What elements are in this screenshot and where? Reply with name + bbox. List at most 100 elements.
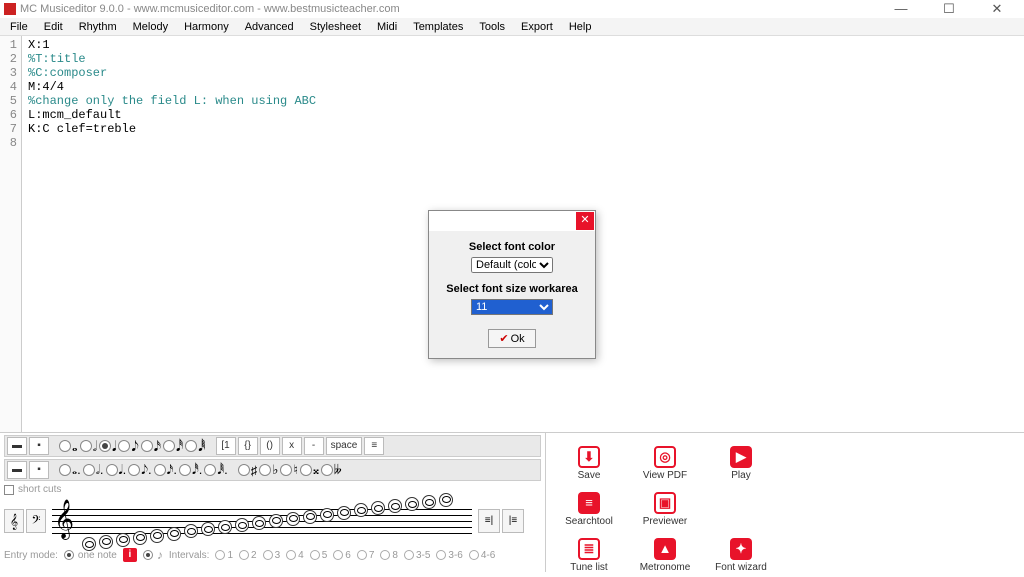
dotted-radio-0[interactable] — [59, 464, 71, 476]
shortcuts-checkbox[interactable] — [4, 485, 14, 495]
duration-radio-0[interactable] — [59, 440, 71, 452]
note-pitch-2[interactable] — [116, 533, 130, 547]
dotted-radio-4[interactable] — [154, 464, 166, 476]
interval-radio-6[interactable] — [333, 550, 343, 560]
tool-1[interactable]: [1 — [216, 437, 236, 455]
note-pitch-17[interactable] — [371, 501, 385, 515]
note-pitch-14[interactable] — [320, 508, 334, 522]
accidental-𝄫[interactable] — [321, 464, 333, 476]
bass-clef-button[interactable]: 𝄢 — [26, 509, 46, 533]
interval-radio-1[interactable] — [215, 550, 225, 560]
action-searchtool[interactable]: ≡Searchtool — [552, 487, 626, 531]
duration-radio-6[interactable] — [185, 440, 197, 452]
action-play[interactable]: ▶Play — [704, 441, 778, 485]
action-metronome[interactable]: ▲Metronome — [628, 533, 702, 577]
accidental-♯[interactable] — [238, 464, 250, 476]
menu-export[interactable]: Export — [513, 21, 561, 33]
menu-templates[interactable]: Templates — [405, 21, 471, 33]
menu-help[interactable]: Help — [561, 21, 600, 33]
duration-radio-4[interactable] — [141, 440, 153, 452]
font-color-select[interactable]: Default (color) — [471, 257, 553, 273]
note-pitch-7[interactable] — [201, 522, 215, 536]
font-size-select[interactable]: 11 — [471, 299, 553, 315]
dotted-radio-2[interactable] — [106, 464, 118, 476]
menu-harmony[interactable]: Harmony — [176, 21, 237, 33]
note-pitch-11[interactable] — [269, 514, 283, 528]
code-line[interactable]: %change only the field L: when using ABC — [28, 94, 316, 108]
note-pitch-13[interactable] — [303, 510, 317, 524]
code-line[interactable] — [28, 136, 316, 150]
ok-button[interactable]: ✔Ok — [488, 329, 535, 348]
note-pitch-1[interactable] — [99, 535, 113, 549]
code-line[interactable]: %T:title — [28, 52, 316, 66]
interval-radio-3-6[interactable] — [436, 550, 446, 560]
tool-space[interactable]: space — [326, 437, 363, 455]
action-font-wizard[interactable]: ✦Font wizard — [704, 533, 778, 577]
rest-whole-button-2[interactable]: ▬ — [7, 461, 27, 479]
interval-radio-5[interactable] — [310, 550, 320, 560]
menu-tools[interactable]: Tools — [471, 21, 513, 33]
menu-stylesheet[interactable]: Stylesheet — [302, 21, 369, 33]
rest-whole-button[interactable]: ▬ — [7, 437, 27, 455]
action-previewer[interactable]: ▣Previewer — [628, 487, 702, 531]
interval-radio-7[interactable] — [357, 550, 367, 560]
dotted-radio-3[interactable] — [128, 464, 140, 476]
tool-[interactable]: () — [260, 437, 280, 455]
tool-x[interactable]: x — [282, 437, 302, 455]
accidental-♮[interactable] — [280, 464, 292, 476]
code-line[interactable]: M:4/4 — [28, 80, 316, 94]
note-pitch-18[interactable] — [388, 499, 402, 513]
close-button[interactable]: ✕ — [982, 1, 1012, 17]
interval-radio-8[interactable] — [380, 550, 390, 560]
treble-clef-button[interactable]: 𝄞 — [4, 509, 24, 533]
interval-radio-3-5[interactable] — [404, 550, 414, 560]
duration-radio-3[interactable] — [118, 440, 130, 452]
minimize-button[interactable]: — — [886, 1, 916, 17]
note-pitch-4[interactable] — [150, 529, 164, 543]
note-pitch-6[interactable] — [184, 524, 198, 538]
code-content[interactable]: X:1%T:title%C:composerM:4/4%change only … — [22, 36, 316, 432]
interval-radio-3[interactable] — [263, 550, 273, 560]
duration-radio-1[interactable] — [80, 440, 92, 452]
view-mode-2[interactable]: |≡ — [502, 509, 524, 533]
code-line[interactable]: X:1 — [28, 38, 316, 52]
rest-half-button-2[interactable]: ▪ — [29, 461, 49, 479]
chord-radio[interactable] — [143, 550, 153, 560]
info-button[interactable]: i — [123, 548, 137, 562]
note-pitch-12[interactable] — [286, 512, 300, 526]
action-tune-list[interactable]: ≣Tune list — [552, 533, 626, 577]
code-line[interactable]: L:mcm_default — [28, 108, 316, 122]
note-pitch-3[interactable] — [133, 531, 147, 545]
menu-midi[interactable]: Midi — [369, 21, 405, 33]
duration-radio-5[interactable] — [163, 440, 175, 452]
note-pitch-9[interactable] — [235, 518, 249, 532]
duration-radio-2[interactable] — [99, 440, 111, 452]
action-save[interactable]: ⬇Save — [552, 441, 626, 485]
menu-advanced[interactable]: Advanced — [237, 21, 302, 33]
note-pitch-10[interactable] — [252, 516, 266, 530]
note-pitch-0[interactable] — [82, 537, 96, 551]
note-pitch-21[interactable] — [439, 493, 453, 507]
interval-radio-4-6[interactable] — [469, 550, 479, 560]
maximize-button[interactable]: ☐ — [934, 1, 964, 17]
interval-radio-4[interactable] — [286, 550, 296, 560]
note-pitch-15[interactable] — [337, 506, 351, 520]
one-note-radio[interactable] — [64, 550, 74, 560]
menu-melody[interactable]: Melody — [125, 21, 176, 33]
menu-file[interactable]: File — [2, 21, 36, 33]
code-line[interactable]: %C:composer — [28, 66, 316, 80]
accidental-𝄪[interactable] — [300, 464, 312, 476]
dotted-radio-6[interactable] — [204, 464, 216, 476]
note-pitch-20[interactable] — [422, 495, 436, 509]
dialog-close-button[interactable]: ✕ — [576, 212, 594, 230]
code-line[interactable]: K:C clef=treble — [28, 122, 316, 136]
tool-[interactable]: {} — [238, 437, 258, 455]
tool-[interactable]: ≡ — [364, 437, 384, 455]
dotted-radio-5[interactable] — [179, 464, 191, 476]
dotted-radio-1[interactable] — [83, 464, 95, 476]
accidental-♭[interactable] — [259, 464, 271, 476]
view-mode-1[interactable]: ≡| — [478, 509, 500, 533]
action-view-pdf[interactable]: ◎View PDF — [628, 441, 702, 485]
tool-[interactable]: - — [304, 437, 324, 455]
interval-radio-2[interactable] — [239, 550, 249, 560]
